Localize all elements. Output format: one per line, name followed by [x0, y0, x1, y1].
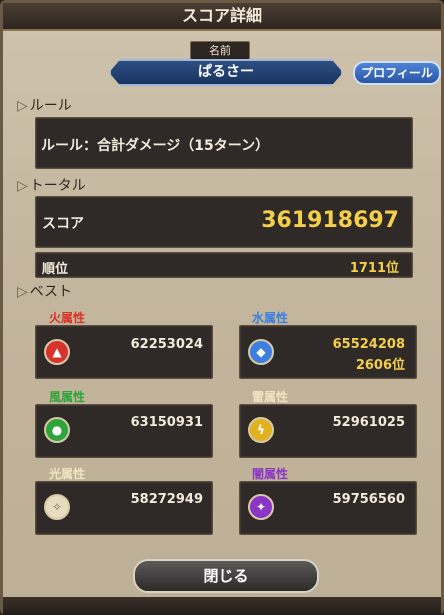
water-attr-label: 水属性	[252, 311, 289, 325]
fire-element-icon: ▲	[44, 339, 70, 365]
section-arrow-icon: ▷	[17, 284, 28, 300]
wind-attr-value: 63150931	[130, 415, 203, 430]
rank-label: 順位	[42, 262, 69, 277]
light-element-icon: ✧	[44, 494, 70, 520]
score-label: スコア	[42, 216, 84, 232]
best-heading: ▷ ベスト	[17, 284, 73, 300]
light-attr-value: 58272949	[130, 492, 203, 507]
section-arrow-icon: ▷	[17, 98, 28, 114]
score-detail-dialog: スコア詳細 名前 ぱるさー プロフィール ▷ ルール ルール：合計ダメージ（15タ…	[0, 0, 444, 615]
total-heading: ▷ トータル	[17, 178, 86, 194]
player-name: ぱるさー	[109, 59, 343, 86]
lightning-element-icon: ϟ	[248, 417, 274, 443]
light-attr-label: 光属性	[49, 467, 86, 481]
fire-attr-label: 火属性	[49, 311, 86, 325]
section-arrow-icon: ▷	[17, 178, 28, 194]
dark-attr-value: 59756560	[332, 492, 405, 507]
bottom-strip	[3, 597, 441, 615]
name-tag: 名前	[190, 41, 250, 60]
water-attr-rank: 2606位	[355, 358, 405, 373]
rule-text: ルール：合計ダメージ（15ターン）	[41, 138, 270, 154]
lightning-attr-value: 52961025	[332, 415, 405, 430]
dark-attr-label: 闇属性	[252, 467, 289, 481]
wind-attr-label: 風属性	[49, 390, 86, 404]
water-element-icon: ◆	[248, 339, 274, 365]
fire-attr-value: 62253024	[130, 337, 203, 352]
water-attr-value: 65524208	[332, 337, 405, 352]
profile-button[interactable]: プロフィール	[353, 61, 441, 85]
close-button[interactable]: 閉じる	[133, 559, 319, 593]
rank-value: 1711位	[349, 261, 399, 276]
rule-heading: ▷ ルール	[17, 98, 72, 114]
dialog-title: スコア詳細	[3, 3, 441, 31]
wind-element-icon: ●	[44, 417, 70, 443]
score-value: 361918697	[261, 208, 399, 233]
dark-element-icon: ✦	[248, 494, 274, 520]
lightning-attr-label: 雷属性	[252, 390, 289, 404]
